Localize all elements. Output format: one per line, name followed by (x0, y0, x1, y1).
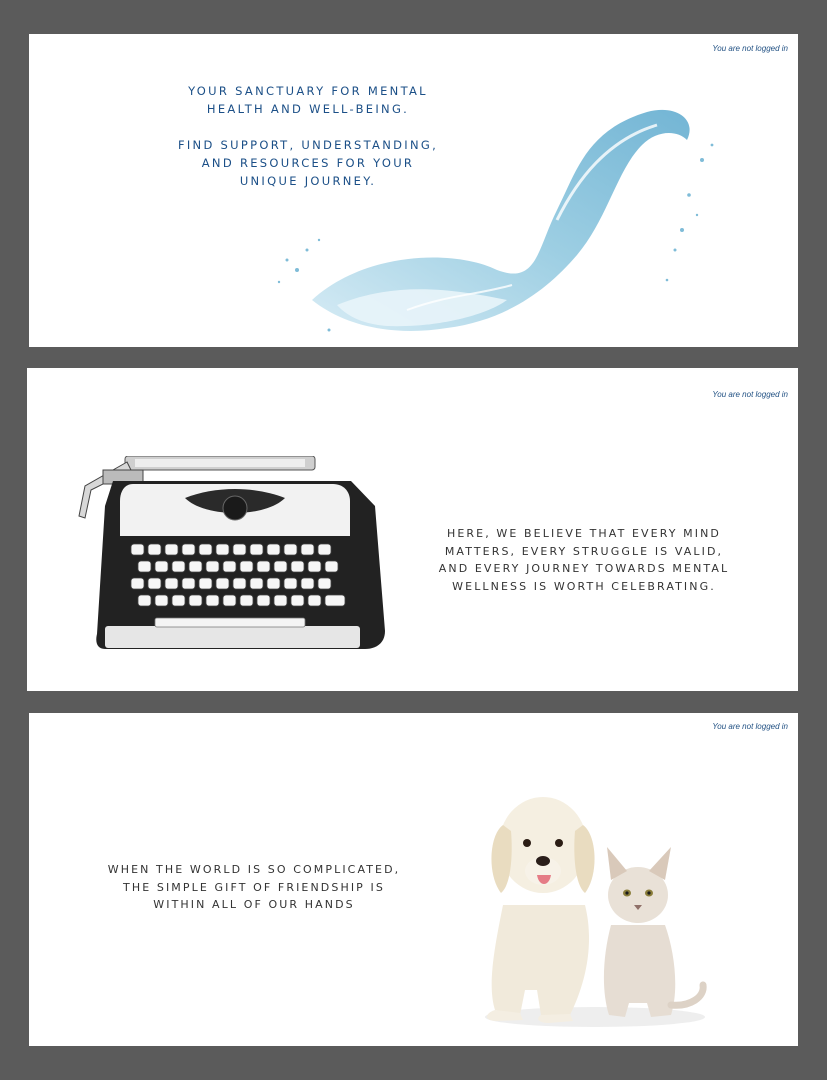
login-status: You are not logged in (712, 44, 788, 53)
login-status: You are not logged in (712, 722, 788, 731)
typewriter-image (78, 456, 386, 649)
friendship-quote-line: THE SIMPLE GIFT OF FRIENDSHIP IS (123, 880, 385, 894)
belief-statement-line: HERE, WE BELIEVE THAT EVERY MIND (446, 527, 721, 540)
belief-panel: You are not logged in HERE, WE BELIEVE T… (27, 368, 798, 691)
hero-panel: You are not logged in YOUR SANCTUARY FOR… (29, 34, 798, 347)
belief-statement-line: MATTERS, EVERY STRUGGLE IS VALID, (444, 544, 724, 558)
friendship-panel: You are not logged in WHEN THE WORLD IS … (29, 713, 798, 1046)
puppy-and-kitten-image (485, 797, 707, 1027)
friendship-quote-line: WHEN THE WORLD IS SO COMPLICATED, (107, 863, 401, 876)
login-status: You are not logged in (712, 390, 788, 399)
belief-statement-line: AND EVERY JOURNEY TOWARDS MENTAL (438, 562, 730, 575)
hero-tagline-line: YOUR SANCTUARY FOR MENTAL (188, 84, 428, 98)
friendship-quote: WHEN THE WORLD IS SO COMPLICATED, THE SI… (69, 861, 439, 914)
belief-statement-line: WELLNESS IS WORTH CELEBRATING. (452, 579, 716, 593)
friendship-quote-line: WITHIN ALL OF OUR HANDS (153, 898, 355, 911)
water-splash-image (277, 109, 714, 332)
belief-statement: HERE, WE BELIEVE THAT EVERY MIND MATTERS… (399, 525, 769, 595)
